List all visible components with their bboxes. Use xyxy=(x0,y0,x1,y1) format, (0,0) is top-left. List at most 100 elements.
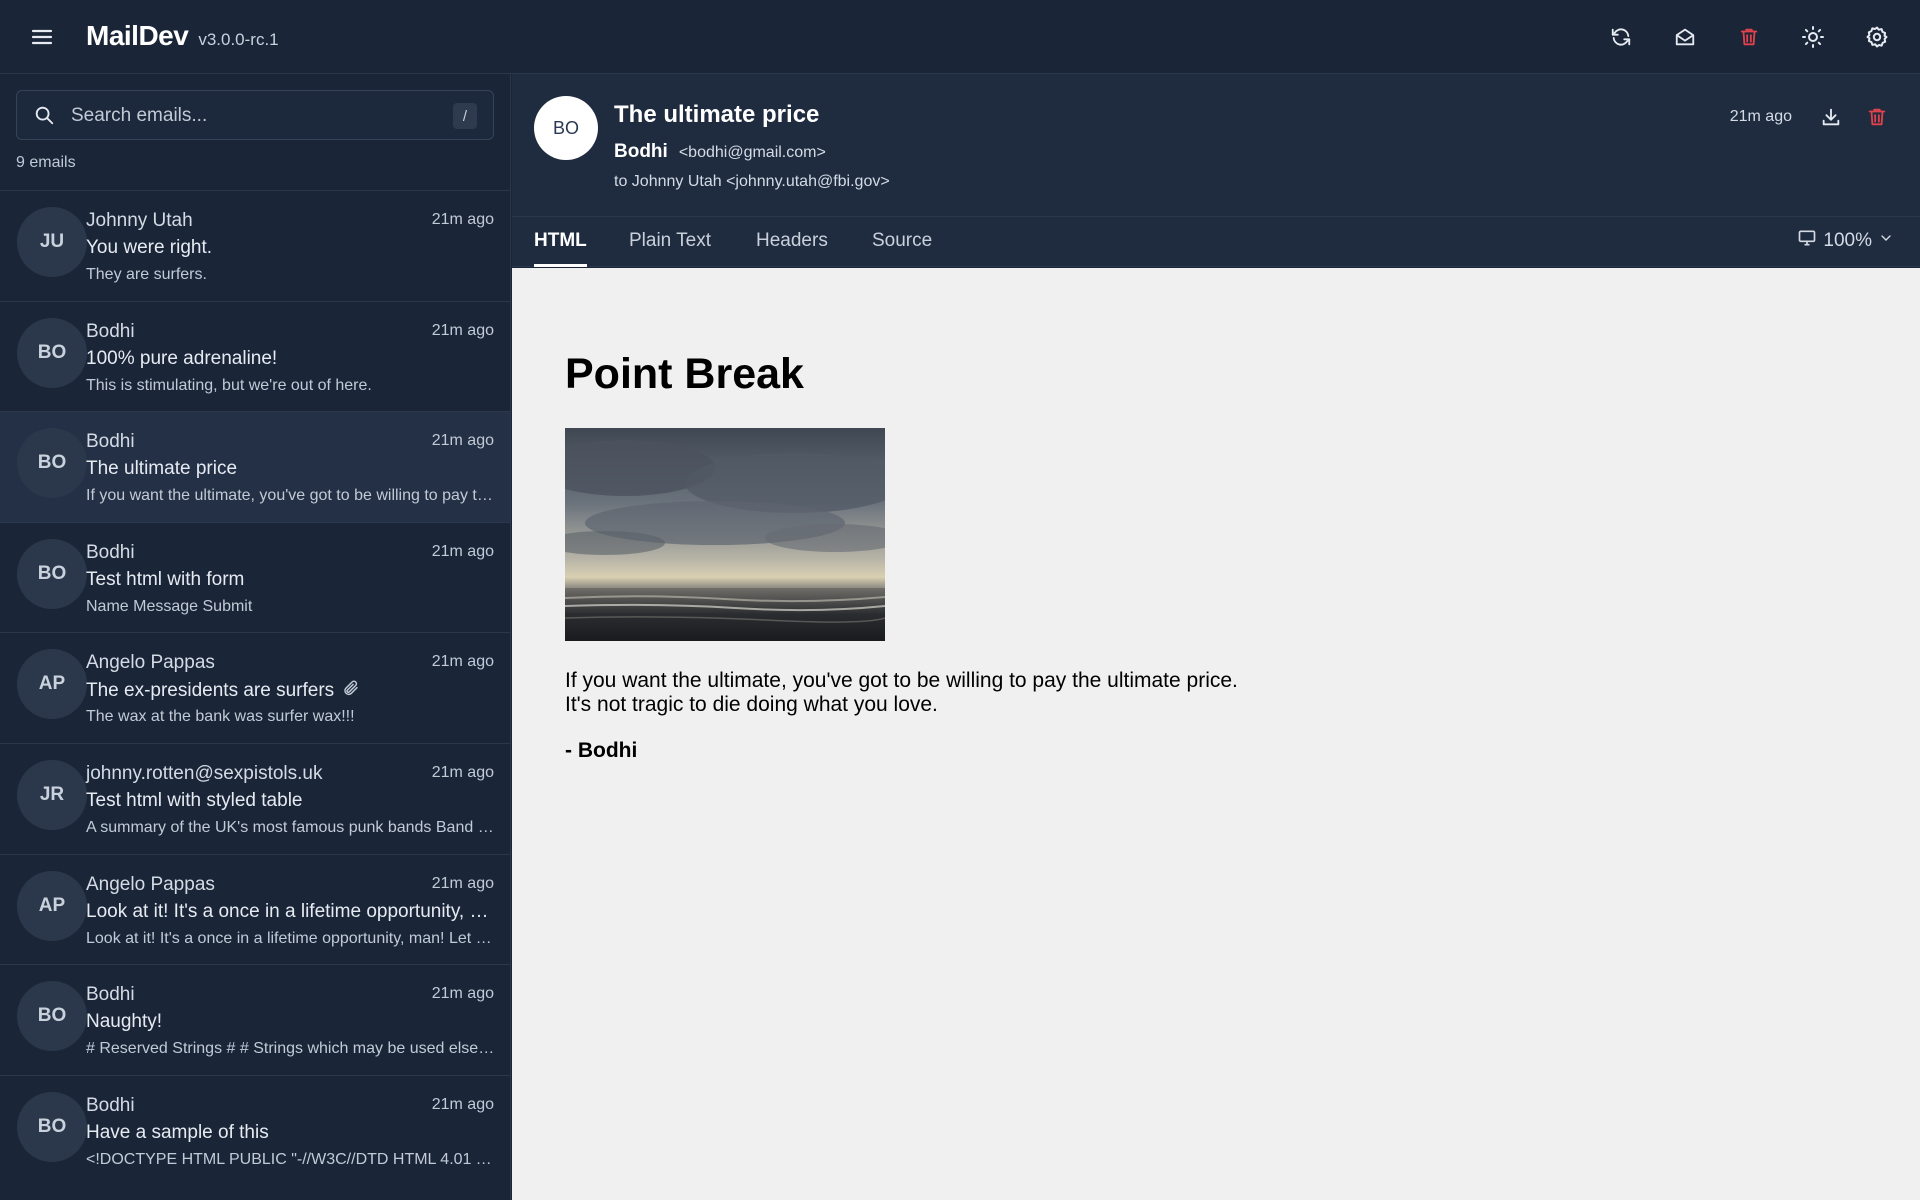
email-subject: Look at it! It's a once in a lifetime op… xyxy=(86,901,496,923)
email-sender: Bodhi xyxy=(86,320,135,342)
message-from: Bodhi <bodhi@gmail.com> xyxy=(614,141,826,163)
email-time: 21m ago xyxy=(431,211,494,228)
email-subject-text: The ex-presidents are surfers xyxy=(86,680,335,702)
email-sender: Bodhi xyxy=(86,984,135,1006)
chevron-down-icon xyxy=(1878,230,1894,252)
email-subject: Have a sample of this xyxy=(86,1122,496,1144)
tab-source[interactable]: Source xyxy=(872,217,932,267)
avatar: BO xyxy=(17,317,87,388)
email-preview: The wax at the bank was surfer wax!!! xyxy=(86,708,355,726)
email-subject: Test html with form xyxy=(86,569,496,591)
message-time: 21m ago xyxy=(1729,108,1792,125)
tab-headers[interactable]: Headers xyxy=(756,217,828,267)
body-line-2: It's not tragic to die doing what you lo… xyxy=(565,693,938,716)
email-list-item[interactable]: BO Bodhi 21m ago Test html with form Nam… xyxy=(0,521,510,633)
app-name: MailDev xyxy=(86,20,189,51)
avatar: BO xyxy=(17,981,87,1052)
email-list-item[interactable]: JR johnny.rotten@sexpistols.uk 21m ago T… xyxy=(0,742,510,854)
tab-html[interactable]: HTML xyxy=(534,217,587,267)
sender-email: <bodhi@gmail.com> xyxy=(678,144,826,161)
mark-read-icon[interactable] xyxy=(1668,20,1702,54)
sender-name: Bodhi xyxy=(614,141,668,162)
search-input[interactable] xyxy=(71,101,451,131)
email-sender: Angelo Pappas xyxy=(86,873,215,895)
brand: MailDev v3.0.0-rc.1 xyxy=(86,20,279,52)
email-preview: This is stimulating, but we're out of he… xyxy=(86,376,372,394)
beach-photo xyxy=(565,428,885,641)
email-time: 21m ago xyxy=(431,763,494,781)
theme-sun-icon[interactable] xyxy=(1796,20,1830,54)
email-time: 21m ago xyxy=(431,874,494,892)
view-tabs: HTML Plain Text Headers Source 100% xyxy=(512,217,1920,267)
body-paragraph: If you want the ultimate, you've got to … xyxy=(565,669,1238,717)
email-sender: Angelo Pappas xyxy=(86,652,215,674)
email-list-item[interactable]: BO Bodhi 21m ago 100% pure adrenaline! T… xyxy=(0,300,510,412)
email-sender: Bodhi xyxy=(86,1094,135,1116)
email-time: 21m ago xyxy=(431,985,494,1003)
sidebar: / 9 emails JU Johnny Utah 21m ago You we… xyxy=(0,74,511,1200)
top-bar: MailDev v3.0.0-rc.1 xyxy=(0,0,1920,74)
download-icon[interactable] xyxy=(1820,106,1844,130)
email-list: JU Johnny Utah 21m ago You were right. T… xyxy=(0,190,510,1185)
message-view: BO The ultimate price Bodhi <bodhi@gmail… xyxy=(512,74,1920,1200)
app-version: v3.0.0-rc.1 xyxy=(198,30,279,49)
gear-icon[interactable] xyxy=(1860,20,1894,54)
menu-icon[interactable] xyxy=(30,25,60,49)
search-box[interactable]: / xyxy=(16,90,494,140)
avatar: AP xyxy=(17,649,87,720)
email-list-item[interactable]: BO Bodhi 21m ago Have a sample of this <… xyxy=(0,1074,510,1186)
monitor-icon xyxy=(1797,228,1817,254)
body-heading: Point Break xyxy=(565,350,804,398)
message-header: BO The ultimate price Bodhi <bodhi@gmail… xyxy=(512,74,1920,217)
message-recipient: to Johnny Utah <johnny.utah@fbi.gov> xyxy=(614,173,890,190)
email-subject-text: Test html with form xyxy=(86,568,245,590)
avatar: BO xyxy=(17,428,87,499)
email-list-item[interactable]: AP Angelo Pappas 21m ago Look at it! It'… xyxy=(0,853,510,965)
email-list-item[interactable]: BO Bodhi 21m ago Naughty! # Reserved Str… xyxy=(0,964,510,1075)
email-subject-text: The ultimate price xyxy=(86,458,238,480)
email-subject: Test html with styled table xyxy=(86,790,496,812)
zoom-selector[interactable]: 100% xyxy=(1797,228,1894,254)
avatar: JU xyxy=(17,207,87,277)
body-signature: - Bodhi xyxy=(565,739,638,762)
message-subject: The ultimate price xyxy=(614,101,820,128)
avatar: BO xyxy=(17,1091,87,1162)
email-subject-text: 100% pure adrenaline! xyxy=(86,347,278,369)
refresh-icon[interactable] xyxy=(1604,20,1638,54)
email-preview: A summary of the UK's most famous punk b… xyxy=(86,818,496,836)
avatar: JR xyxy=(17,759,87,830)
email-subject: Naughty! xyxy=(86,1011,496,1033)
email-subject-text: Have a sample of this xyxy=(86,1121,269,1143)
avatar: BO xyxy=(17,538,87,609)
email-list-item[interactable]: JU Johnny Utah 21m ago You were right. T… xyxy=(0,190,510,301)
body-line-1: If you want the ultimate, you've got to … xyxy=(565,669,1238,692)
email-count: 9 emails xyxy=(16,154,76,171)
zoom-value: 100% xyxy=(1823,230,1872,251)
email-time: 21m ago xyxy=(431,321,494,339)
email-sender: Bodhi xyxy=(86,431,135,453)
email-list-item[interactable]: AP Angelo Pappas 21m ago The ex-presiden… xyxy=(0,632,510,743)
email-subject-text: You were right. xyxy=(86,237,213,258)
email-time: 21m ago xyxy=(431,653,494,671)
email-preview: If you want the ultimate, you've got to … xyxy=(86,487,496,505)
email-time: 21m ago xyxy=(431,1095,494,1113)
email-list-item-selected[interactable]: BO Bodhi 21m ago The ultimate price If y… xyxy=(0,411,510,522)
email-subject-text: Test html with styled table xyxy=(86,789,303,811)
email-subject: 100% pure adrenaline! xyxy=(86,348,496,370)
avatar: AP xyxy=(17,870,87,941)
attachment-icon xyxy=(342,679,360,703)
email-preview: Look at it! It's a once in a lifetime op… xyxy=(86,929,496,947)
search-icon xyxy=(33,104,55,131)
trash-icon[interactable] xyxy=(1732,20,1766,54)
toolbar-actions xyxy=(1604,20,1894,54)
email-subject: The ultimate price xyxy=(86,458,496,480)
email-subject-text: Naughty! xyxy=(86,1011,163,1033)
email-preview: They are surfers. xyxy=(86,266,207,283)
delete-message-icon[interactable] xyxy=(1866,106,1890,130)
email-preview: <!DOCTYPE HTML PUBLIC "-//W3C//DTD HTML … xyxy=(86,1150,496,1168)
email-body: Point Break If you want the ultimate, yo… xyxy=(512,268,1920,1200)
email-sender: Bodhi xyxy=(86,541,135,563)
email-time: 21m ago xyxy=(431,432,494,450)
sender-avatar: BO xyxy=(534,96,598,160)
tab-plain-text[interactable]: Plain Text xyxy=(629,217,711,267)
